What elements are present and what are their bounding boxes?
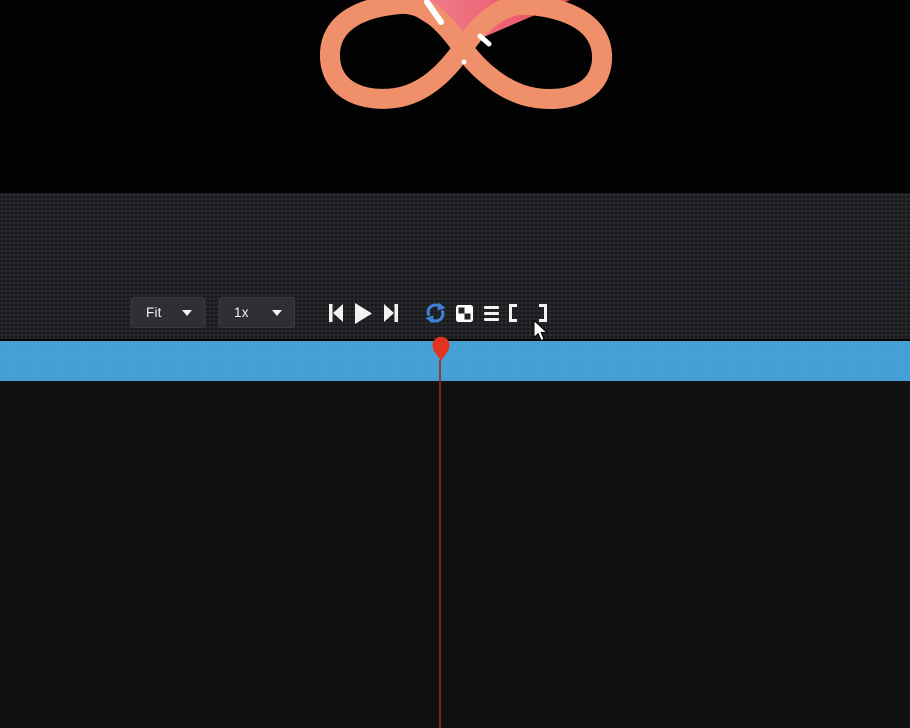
preview-stage (0, 0, 910, 193)
animation-player-app: Fit 1x (0, 0, 910, 728)
skip-to-end-button[interactable] (381, 293, 401, 333)
toggle-background-button[interactable] (453, 293, 475, 333)
panel-divider (0, 284, 910, 286)
skip-to-end-icon (384, 304, 398, 322)
playhead-marker[interactable] (432, 336, 450, 362)
chevron-down-icon (272, 310, 282, 316)
loop-icon (424, 302, 447, 324)
play-icon (355, 303, 372, 324)
set-out-point-button[interactable] (535, 293, 551, 333)
play-button[interactable] (352, 293, 374, 333)
logo-highlight-dash (480, 36, 489, 44)
bracket-right-icon (539, 304, 547, 322)
player-toolbar: Fit 1x (0, 293, 910, 333)
loop-button[interactable] (422, 293, 448, 333)
logo-highlight-dot (462, 60, 467, 65)
logo-animation (320, 0, 615, 115)
speed-dropdown[interactable]: 1x (219, 297, 295, 328)
timeline-track[interactable] (0, 341, 910, 381)
timeline-body (0, 381, 910, 728)
fit-dropdown-value: Fit (146, 305, 162, 320)
menu-lines-icon (484, 306, 499, 321)
frame-list-button[interactable] (480, 293, 502, 333)
speed-dropdown-value: 1x (234, 305, 249, 320)
control-panel: Fit 1x (0, 193, 910, 339)
set-in-point-button[interactable] (505, 293, 521, 333)
fit-dropdown[interactable]: Fit (131, 297, 205, 328)
skip-to-start-button[interactable] (326, 293, 346, 333)
chevron-down-icon (182, 310, 192, 316)
bracket-left-icon (509, 304, 517, 322)
skip-to-start-icon (329, 304, 343, 322)
checkerboard-icon (456, 305, 473, 322)
playhead-line (439, 360, 441, 728)
